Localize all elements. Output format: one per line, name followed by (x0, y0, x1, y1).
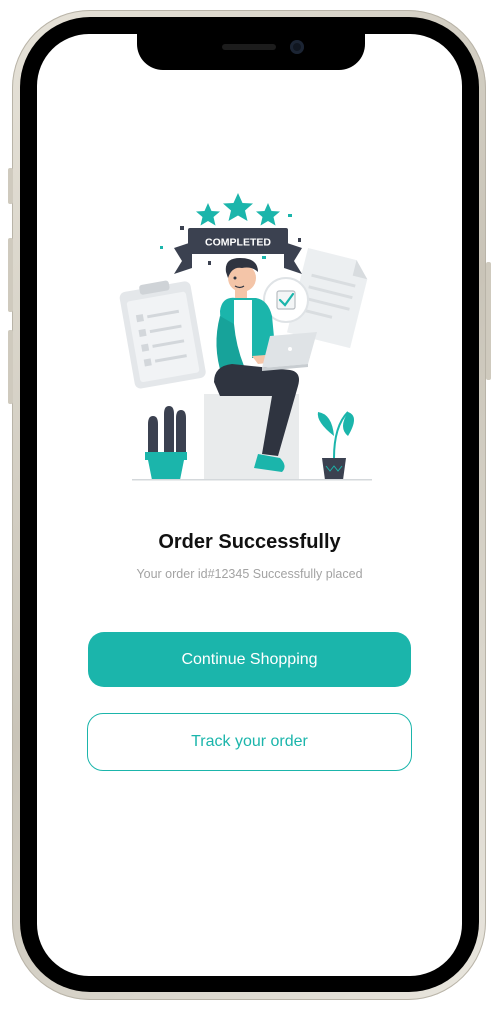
track-order-button[interactable]: Track your order (87, 713, 412, 771)
volume-down-button (8, 330, 13, 404)
clipboard-icon (119, 280, 206, 389)
speaker-grille (222, 44, 276, 50)
screen (37, 34, 462, 976)
page-title: Order Successfully (158, 531, 341, 553)
front-camera (290, 40, 304, 54)
power-button (486, 262, 491, 380)
continue-shopping-button[interactable]: Continue Shopping (88, 632, 411, 687)
ground-line (132, 479, 372, 481)
cactus-plant-icon (145, 406, 187, 480)
mute-switch (8, 168, 13, 204)
volume-up-button (8, 238, 13, 312)
completed-badge-text: COMPLETED (205, 237, 271, 249)
order-confirmation-text: Your order id#12345 Successfully placed (136, 567, 363, 581)
laptop-icon (262, 332, 317, 371)
potted-plant-icon (317, 411, 354, 480)
order-completed-illustration: COMPLETED (119, 193, 372, 481)
rating-stars-icon (196, 193, 280, 226)
